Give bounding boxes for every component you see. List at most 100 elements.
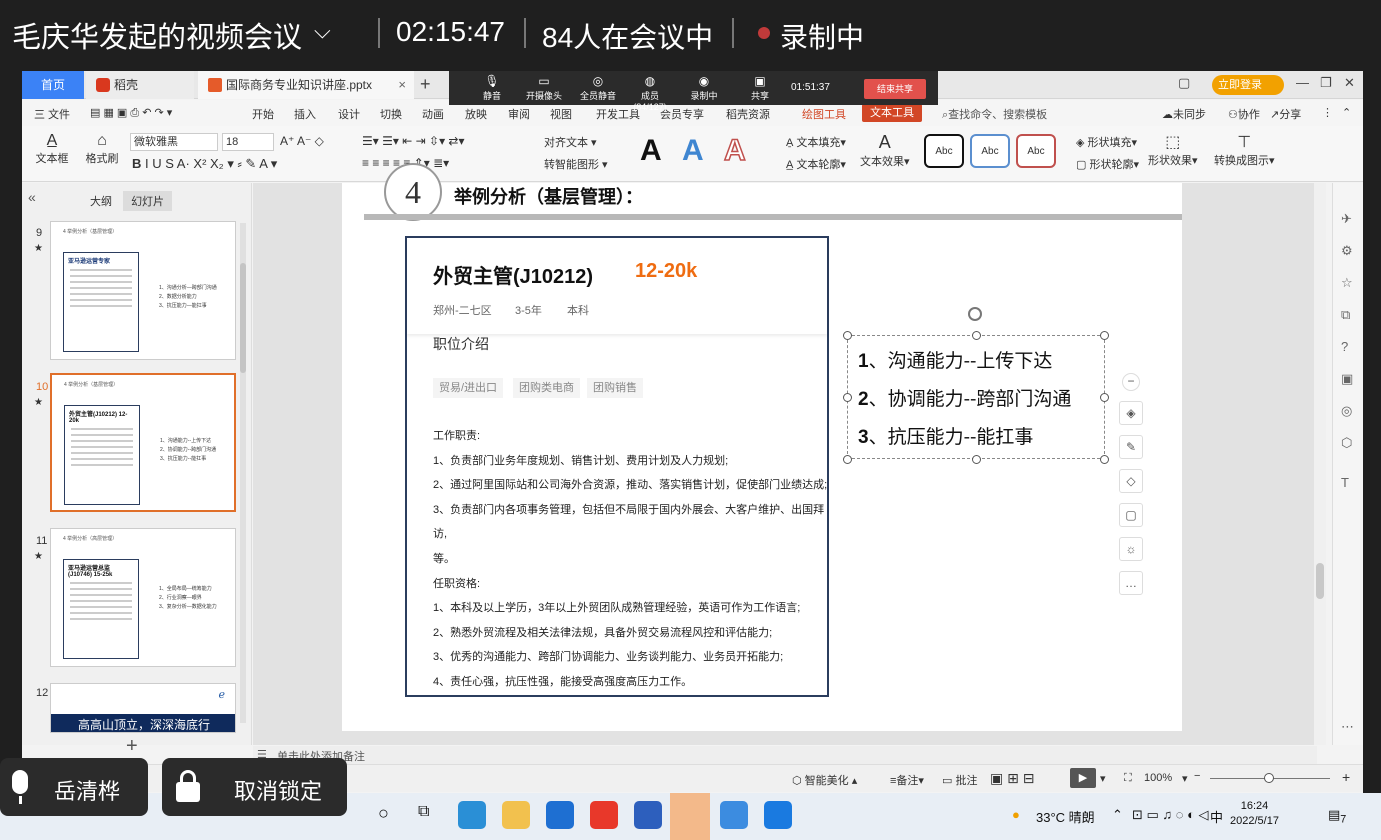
- share-doc-button[interactable]: ↗分享: [1270, 106, 1301, 122]
- shape-fill-button[interactable]: ◈ 形状填充▾: [1076, 134, 1137, 150]
- shape-outline-button[interactable]: ▢ 形状轮廓▾: [1076, 156, 1139, 172]
- search-circle-icon[interactable]: ○: [378, 803, 389, 824]
- point-line[interactable]: 2、协调能力--跨部门沟通: [858, 384, 1071, 411]
- tab-home[interactable]: 首页: [22, 71, 84, 99]
- play-button[interactable]: ▶: [1070, 768, 1096, 788]
- menu-review[interactable]: 审阅: [508, 106, 530, 122]
- menu-view[interactable]: 视图: [550, 106, 572, 122]
- rotate-handle-icon[interactable]: [968, 307, 982, 321]
- shape-style-blue[interactable]: Abc: [970, 134, 1010, 168]
- quick-access-icons[interactable]: ▤ ▦ ▣ ⎙ ↶ ↷ ▾: [90, 106, 172, 120]
- selected-textbox[interactable]: 1、沟通能力--上传下达 2、协调能力--跨部门沟通 3、抗压能力--能扛事: [843, 331, 1109, 464]
- meeting-title[interactable]: 毛庆华发起的视频会议: [12, 14, 302, 56]
- taskview-icon[interactable]: ⧉: [418, 803, 429, 821]
- zoom-in-icon[interactable]: +: [1342, 769, 1350, 785]
- tab-slides[interactable]: 幻灯片: [123, 191, 173, 211]
- fit-icon[interactable]: ⛶: [1124, 772, 1132, 785]
- font-size-adjust[interactable]: A⁺ A⁻ ◇: [280, 134, 324, 148]
- close-icon[interactable]: ×: [398, 71, 406, 99]
- mute-all-button[interactable]: ◎ 全员静音: [573, 73, 623, 102]
- participant-count[interactable]: 84人在会议中: [542, 16, 713, 56]
- menu-file[interactable]: 三 文件: [34, 106, 70, 122]
- resize-handle[interactable]: [1100, 455, 1109, 464]
- unlock-button[interactable]: 取消锁定: [162, 758, 347, 816]
- minimize-icon[interactable]: —: [1296, 75, 1309, 90]
- layers-icon[interactable]: ◈: [1119, 401, 1143, 425]
- notes-button[interactable]: ≡备注▾: [890, 772, 924, 788]
- text-style-outline[interactable]: A: [723, 133, 746, 168]
- menu-text-tool[interactable]: 文本工具: [862, 104, 922, 122]
- recording-status[interactable]: 录制中: [780, 16, 864, 56]
- pin-icon[interactable]: ✈: [1341, 211, 1352, 227]
- record-button[interactable]: ◉ 录制中: [679, 73, 729, 102]
- text-effect-button[interactable]: A 文本效果▾: [860, 132, 910, 169]
- search-command[interactable]: ⌕查找命令、搜索模板: [942, 106, 1047, 122]
- slide-thumbnail-11[interactable]: 4 举例分析（高层管理） 亚马逊运营总监(J10746) 15-25k 1、全局…: [50, 528, 236, 667]
- mute-button[interactable]: 🎙 静音: [467, 73, 517, 102]
- menu-transition[interactable]: 切换: [380, 106, 402, 122]
- copy-icon[interactable]: ⧉: [1341, 307, 1350, 323]
- clock[interactable]: 16:24 2022/5/17: [1230, 799, 1279, 829]
- font-size-select[interactable]: 18: [222, 133, 274, 151]
- minus-icon[interactable]: −: [1122, 373, 1140, 391]
- edge-icon[interactable]: [458, 801, 486, 829]
- resize-handle[interactable]: [972, 331, 981, 340]
- feishu-icon[interactable]: [634, 801, 662, 829]
- wps-icon[interactable]: [590, 801, 618, 829]
- smart-beautify-button[interactable]: ⬡ 智能美化 ▴: [792, 772, 857, 788]
- menu-animation[interactable]: 动画: [422, 106, 444, 122]
- play-dropdown-icon[interactable]: ▾: [1100, 772, 1106, 785]
- sync-status[interactable]: ☁未同步: [1162, 106, 1206, 122]
- notes-bar[interactable]: ☰ 单击此处添加备注: [253, 746, 1317, 764]
- shape-effect-button[interactable]: ⬚ 形状效果▾: [1148, 132, 1198, 168]
- convert-diagram-button[interactable]: ⊤ 转换成图示▾: [1214, 132, 1275, 168]
- menu-insert[interactable]: 插入: [294, 106, 316, 122]
- menu-draw-tool[interactable]: 绘图工具: [802, 106, 846, 122]
- point-line[interactable]: 3、抗压能力--能扛事: [858, 422, 1033, 449]
- slide[interactable]: 4 举例分析（基层管理）： 外贸主管(J10212) 12-20k 郑州-二七区…: [342, 163, 1182, 731]
- point-line[interactable]: 1、沟通能力--上传下达: [858, 346, 1052, 373]
- list-buttons[interactable]: ☰▾ ☰▾ ⇤ ⇥ ⇳▾ ⇄▾: [362, 134, 465, 148]
- menu-design[interactable]: 设计: [338, 106, 360, 122]
- border-icon[interactable]: ▢: [1119, 503, 1143, 527]
- camera-button[interactable]: ▭ 开摄像头: [519, 73, 569, 102]
- location-icon[interactable]: ◎: [1341, 403, 1352, 419]
- close-window-icon[interactable]: ✕: [1344, 75, 1355, 91]
- wechat-icon[interactable]: [670, 793, 710, 840]
- adjust-icon[interactable]: ⚙: [1341, 243, 1353, 259]
- mail-icon[interactable]: [546, 801, 574, 829]
- tray-icons[interactable]: ⊡ ▭ ♫ ◌ ◐ ◁: [1132, 807, 1209, 823]
- menu-start[interactable]: 开始: [252, 106, 274, 122]
- end-share-button[interactable]: 结束共享: [864, 79, 926, 99]
- zoom-out-icon[interactable]: −: [1194, 770, 1200, 782]
- collapse-panel-icon[interactable]: «: [28, 189, 36, 205]
- chevron-down-icon[interactable]: ⌵: [314, 18, 331, 44]
- resize-handle[interactable]: [972, 455, 981, 464]
- align-text-button[interactable]: 对齐文本 ▾: [544, 134, 597, 150]
- canvas-scrollbar[interactable]: [1314, 183, 1326, 745]
- help-icon[interactable]: ?: [1341, 339, 1348, 354]
- tab-daoke[interactable]: 稻壳: [86, 71, 194, 99]
- collapse-ribbon-icon[interactable]: ⌃: [1342, 106, 1351, 119]
- shape-style-black[interactable]: Abc: [924, 134, 964, 168]
- image-icon[interactable]: ▣: [1341, 371, 1353, 387]
- bulb-icon[interactable]: ☼: [1119, 537, 1143, 561]
- weather[interactable]: 33°C 晴朗: [1036, 807, 1095, 826]
- dingtalk-icon[interactable]: [720, 801, 748, 829]
- more-options-icon[interactable]: …: [1119, 571, 1143, 595]
- text-outline-button[interactable]: A̲ 文本轮廓▾: [786, 156, 846, 172]
- layout-icon[interactable]: ▢: [1178, 75, 1190, 91]
- meeting-app-icon[interactable]: [764, 801, 792, 829]
- tab-document[interactable]: 国际商务专业知识讲座.pptx ×: [198, 71, 414, 99]
- pen-icon[interactable]: ✎: [1119, 435, 1143, 459]
- login-button[interactable]: 立即登录: [1212, 75, 1284, 95]
- view-buttons[interactable]: ▣ ⊞ ⊟: [990, 770, 1034, 787]
- explorer-icon[interactable]: [502, 801, 530, 829]
- smart-shape-button[interactable]: 转智能图形 ▾: [544, 156, 608, 172]
- resize-handle[interactable]: [1100, 393, 1109, 402]
- job-posting-image[interactable]: 外贸主管(J10212) 12-20k 郑州-二七区 3-5年 本科 职位介绍 …: [405, 236, 829, 697]
- slide-thumbnail-9[interactable]: 4 举例分析（基层管理） 亚马逊运营专家 1、沟通分析—跨部门沟通 2、数据分析能…: [50, 221, 236, 360]
- textbox-button[interactable]: A̲ 文本框: [30, 132, 74, 166]
- members-button[interactable]: ◍ 成员(84/127): [625, 73, 675, 112]
- text-icon[interactable]: T: [1341, 475, 1349, 490]
